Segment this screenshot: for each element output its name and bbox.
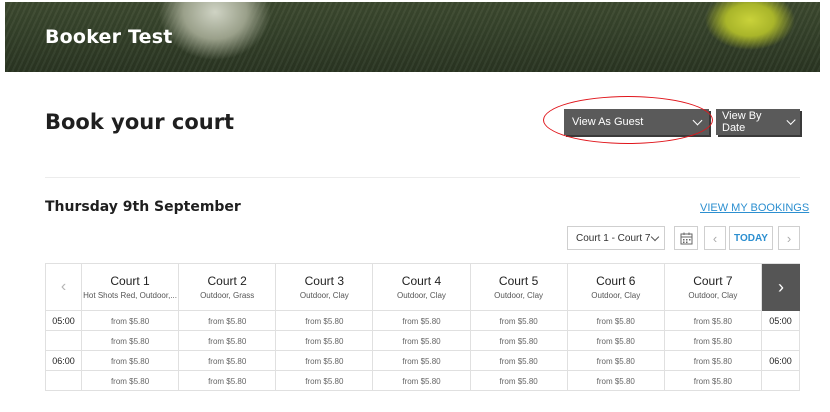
court-header: Court 3 Outdoor, Clay xyxy=(276,264,374,311)
booking-slot[interactable]: from $5.80 xyxy=(179,331,277,351)
court-name: Court 4 xyxy=(401,274,442,288)
booking-slot[interactable]: from $5.80 xyxy=(179,371,277,391)
booking-slot[interactable]: from $5.80 xyxy=(82,311,180,331)
court-header: Court 2 Outdoor, Grass xyxy=(179,264,277,311)
court-name: Court 2 xyxy=(207,274,247,288)
booking-slot[interactable]: from $5.80 xyxy=(373,331,471,351)
booking-slot[interactable]: from $5.80 xyxy=(665,311,762,331)
booking-slot[interactable]: from $5.80 xyxy=(665,351,762,371)
time-label: 06:00 xyxy=(762,351,800,371)
court-name: Court 5 xyxy=(498,274,539,288)
booking-slot[interactable]: from $5.80 xyxy=(276,371,374,391)
booking-slot[interactable]: from $5.80 xyxy=(276,331,374,351)
booking-grid: ‹ Court 1 Hot Shots Red, Outdoor,... Court… xyxy=(45,263,800,412)
view-as-dropdown[interactable]: View As Guest xyxy=(564,109,709,135)
booking-slot[interactable]: from $5.80 xyxy=(471,311,568,331)
booking-slot[interactable]: from $5.80 xyxy=(471,371,568,391)
view-by-label: View By Date xyxy=(722,110,762,134)
court-range-select[interactable]: Court 1 - Court 7 xyxy=(567,226,665,250)
court-description: Outdoor, Grass xyxy=(200,291,255,300)
booking-slot[interactable]: from $5.80 xyxy=(373,311,471,331)
booking-slot[interactable]: from $5.80 xyxy=(568,371,665,391)
view-as-label: View As Guest xyxy=(572,116,644,128)
court-name: Court 1 xyxy=(110,274,150,288)
booking-slot[interactable]: from $5.80 xyxy=(276,311,374,331)
booking-slot[interactable]: from $5.80 xyxy=(82,371,180,391)
section-divider xyxy=(45,177,800,178)
court-description: Outdoor, Clay xyxy=(397,291,446,300)
court-header: Court 1 Hot Shots Red, Outdoor,... xyxy=(82,264,180,311)
chevron-right-icon: › xyxy=(778,277,784,297)
booking-slot[interactable]: from $5.80 xyxy=(373,351,471,371)
booking-slot[interactable]: from $5.80 xyxy=(276,351,374,371)
time-row: from $5.80 from $5.80 from $5.80 from $5.80… xyxy=(45,331,800,351)
booking-slot[interactable]: from $5.80 xyxy=(179,311,277,331)
today-button[interactable]: TODAY xyxy=(729,226,773,250)
time-row: 06:00 from $5.80 from $5.80 from $5.80 from … xyxy=(45,351,800,371)
court-header: Court 4 Outdoor, Clay xyxy=(373,264,471,311)
banner-title: Booker Test xyxy=(45,26,173,48)
time-row: from $5.80 from $5.80 from $5.80 from $5.80… xyxy=(45,371,800,391)
time-row: 05:00 from $5.80 from $5.80 from $5.80 from … xyxy=(45,311,800,331)
booking-slot[interactable]: from $5.80 xyxy=(568,331,665,351)
court-header: Court 7 Outdoor, Clay xyxy=(664,264,762,311)
court-description: Hot Shots Red, Outdoor,... xyxy=(83,291,177,300)
chevron-down-icon xyxy=(650,232,660,241)
prev-courts-button[interactable]: ‹ xyxy=(45,264,82,311)
court-name: Court 6 xyxy=(596,274,636,288)
court-name: Court 7 xyxy=(693,274,733,288)
court-description: Outdoor, Clay xyxy=(591,291,641,300)
time-label: 05:00 xyxy=(45,311,82,331)
booking-slot[interactable]: from $5.80 xyxy=(82,331,180,351)
time-label xyxy=(762,371,800,391)
time-label xyxy=(762,331,800,351)
booking-slot[interactable]: from $5.80 xyxy=(179,351,277,371)
booking-slot[interactable]: from $5.80 xyxy=(568,351,665,371)
date-heading: Thursday 9th September xyxy=(45,199,241,215)
view-by-dropdown[interactable]: View By Date xyxy=(716,109,800,135)
court-range-label: Court 1 - Court 7 xyxy=(576,232,651,244)
court-header: Court 5 Outdoor, Clay xyxy=(470,264,568,311)
page-title: Book your court xyxy=(45,110,235,134)
time-label: 06:00 xyxy=(45,351,82,371)
next-day-button[interactable]: › xyxy=(778,226,800,250)
next-courts-button[interactable]: › xyxy=(762,264,800,311)
time-label: 05:00 xyxy=(762,311,800,331)
booking-slot[interactable]: from $5.80 xyxy=(665,371,762,391)
time-label xyxy=(45,371,82,391)
booking-slot[interactable]: from $5.80 xyxy=(471,331,568,351)
court-description: Outdoor, Clay xyxy=(688,291,738,300)
view-my-bookings-link[interactable]: VIEW MY BOOKINGS xyxy=(700,202,809,214)
booking-slot[interactable]: from $5.80 xyxy=(665,331,762,351)
court-name: Court 3 xyxy=(304,274,344,288)
court-description: Outdoor, Clay xyxy=(494,291,544,300)
booking-slot[interactable]: from $5.80 xyxy=(82,351,180,371)
calendar-button[interactable] xyxy=(674,226,698,250)
time-label xyxy=(45,331,82,351)
court-description: Outdoor, Clay xyxy=(299,291,349,300)
booking-slot[interactable]: from $5.80 xyxy=(373,371,471,391)
chevron-left-icon: ‹ xyxy=(60,278,67,295)
booking-slot[interactable]: from $5.80 xyxy=(471,351,568,371)
header-banner: Booker Test xyxy=(5,2,820,72)
calendar-icon xyxy=(680,232,692,244)
chevron-right-icon: › xyxy=(786,230,792,246)
booking-slot[interactable]: from $5.80 xyxy=(568,311,665,331)
court-header: Court 6 Outdoor, Clay xyxy=(567,264,665,311)
prev-day-button[interactable]: ‹ xyxy=(704,226,726,250)
chevron-down-icon xyxy=(786,115,796,125)
chevron-down-icon xyxy=(692,115,703,125)
chevron-left-icon: ‹ xyxy=(712,230,718,246)
